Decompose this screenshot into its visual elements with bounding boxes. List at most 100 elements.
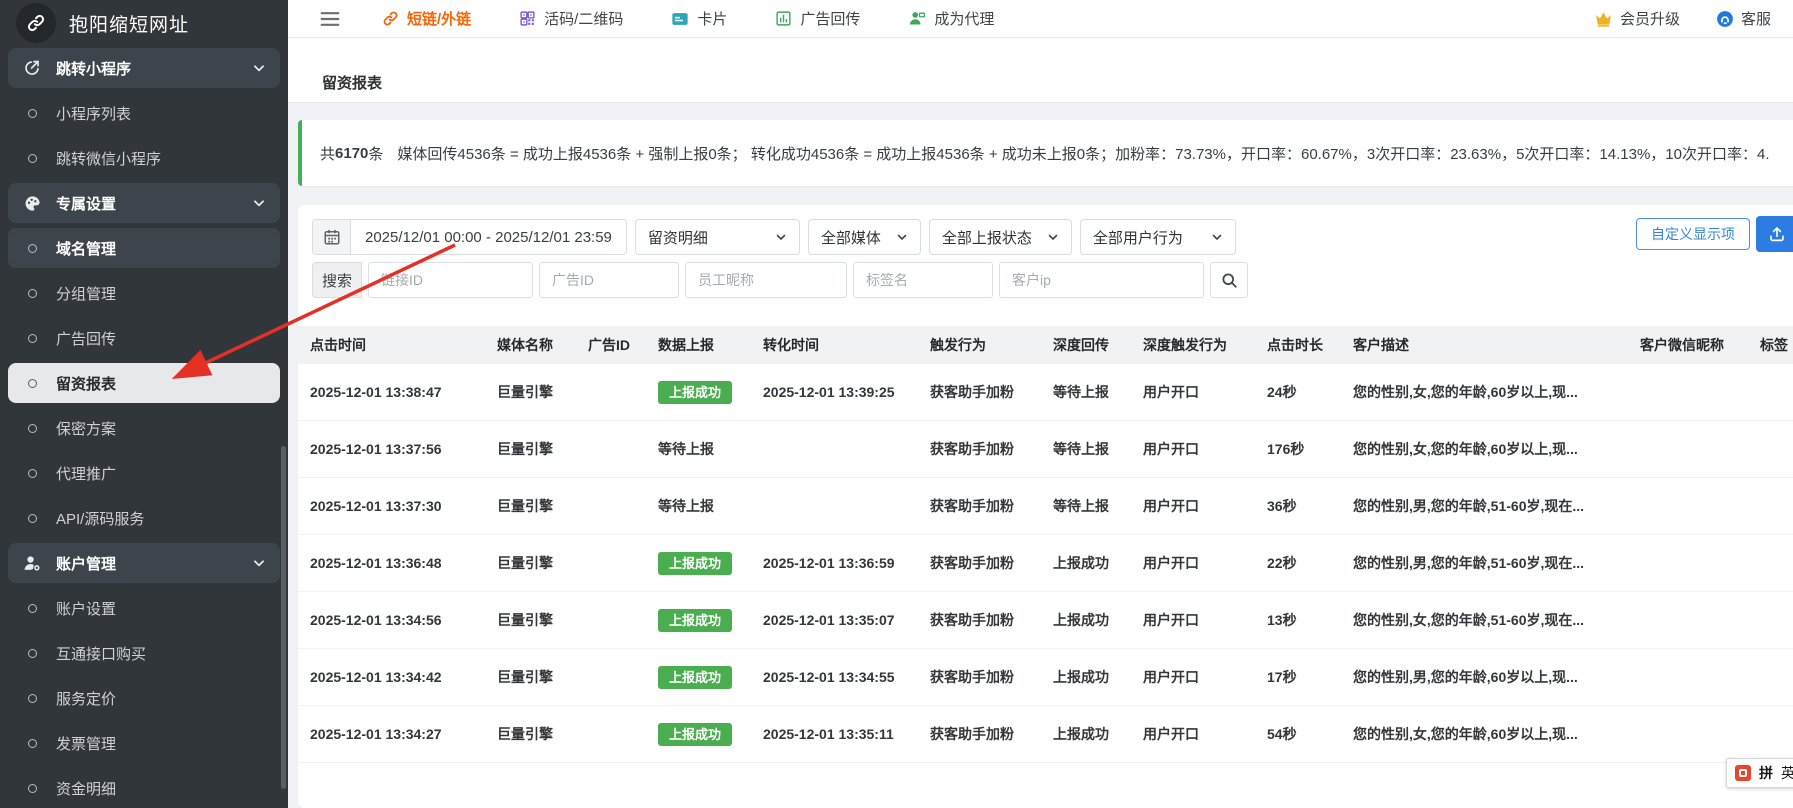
search-input-tag-name[interactable] xyxy=(853,262,993,298)
table-row: 2025-12-01 13:37:56巨量引擎等待上报获客助手加粉等待上报用户开… xyxy=(298,421,1793,478)
customize-columns-button[interactable]: 自定义显示项 xyxy=(1636,218,1750,250)
cell-deep-trigger: 用户开口 xyxy=(1143,496,1267,516)
customer-service-button[interactable]: 客服 xyxy=(1716,8,1771,29)
sidebar-item-lead-report[interactable]: 留资报表 xyxy=(8,363,280,403)
sidebar-item-group-management[interactable]: 分组管理 xyxy=(8,273,280,313)
sidebar-item-miniprogram-list[interactable]: 小程序列表 xyxy=(8,93,280,133)
column-header: 点击时间 xyxy=(310,335,497,355)
report-success-badge: 上报成功 xyxy=(658,552,732,575)
cell-media: 巨量引擎 xyxy=(497,667,588,687)
search-button[interactable] xyxy=(1210,262,1248,298)
nav-right-label: 会员升级 xyxy=(1620,8,1680,29)
tab-short-link[interactable]: 短链/外链 xyxy=(382,8,471,29)
hamburger-menu-icon[interactable] xyxy=(320,10,340,28)
cell-desc: 您的性别,女,您的年龄,51-60岁,现在... xyxy=(1353,610,1640,630)
table-header-row: 点击时间媒体名称广告ID数据上报转化时间触发行为深度回传深度触发行为点击时长客户… xyxy=(298,326,1793,364)
cell-convert-time: 2025-12-01 13:35:07 xyxy=(763,612,930,628)
chevron-down-icon xyxy=(252,556,266,570)
tab-card[interactable]: 卡片 xyxy=(671,8,727,29)
column-header: 数据上报 xyxy=(658,335,763,355)
date-range-value: 2025/12/01 00:00 - 2025/12/01 23:59 xyxy=(351,220,626,254)
lead-report-table: 点击时间媒体名称广告ID数据上报转化时间触发行为深度回传深度触发行为点击时长客户… xyxy=(298,326,1793,763)
report-success-badge: 上报成功 xyxy=(658,666,732,689)
sidebar-item-label: 互通接口购买 xyxy=(56,643,146,664)
cell-desc: 您的性别,女,您的年龄,60岁以上,现... xyxy=(1353,382,1640,402)
column-header: 深度触发行为 xyxy=(1143,335,1267,355)
sidebar-item-exclusive-settings[interactable]: 专属设置 xyxy=(8,183,280,223)
top-navbar: 短链/外链 活码/二维码 卡片 广告回传 成为代理 会员升级 客服 xyxy=(288,0,1793,38)
sidebar-item-account-management[interactable]: 账户管理 xyxy=(8,543,280,583)
sidebar-item-label: 跳转微信小程序 xyxy=(56,148,161,169)
sidebar-item-label: 保密方案 xyxy=(56,418,116,439)
search-input-ad-id[interactable] xyxy=(539,262,679,298)
cell-report: 上报成功 xyxy=(658,666,763,689)
ime-logo-icon[interactable] xyxy=(1735,765,1751,781)
search-icon xyxy=(1220,271,1238,289)
nav-right-label: 客服 xyxy=(1741,8,1771,29)
tab-ad-callback[interactable]: 广告回传 xyxy=(775,8,860,29)
circle-marker-icon xyxy=(22,649,42,658)
search-input-staff-nickname[interactable] xyxy=(685,262,847,298)
ime-indicator: 拼 英 xyxy=(1726,758,1793,788)
cell-deep-trigger: 用户开口 xyxy=(1143,667,1267,687)
cell-trigger: 获客助手加粉 xyxy=(930,724,1053,744)
sidebar-header: 抱阳缩短网址 xyxy=(0,0,288,46)
sidebar-item-agent-promotion[interactable]: 代理推广 xyxy=(8,453,280,493)
cell-media: 巨量引擎 xyxy=(497,610,588,630)
member-upgrade-button[interactable]: 会员升级 xyxy=(1594,8,1680,29)
cell-trigger: 获客助手加粉 xyxy=(930,553,1053,573)
select-report-status[interactable]: 全部上报状态 xyxy=(929,219,1072,255)
sidebar-item-interconnect-purchase[interactable]: 互通接口购买 xyxy=(8,633,280,673)
tab-live-code-qrcode[interactable]: 活码/二维码 xyxy=(519,8,623,29)
app-logo[interactable] xyxy=(16,3,56,43)
chevron-down-icon xyxy=(252,196,266,210)
report-success-badge: 上报成功 xyxy=(658,609,732,632)
sidebar-item-privacy-plan[interactable]: 保密方案 xyxy=(8,408,280,448)
sidebar-item-jump-wechat-miniprogram[interactable]: 跳转微信小程序 xyxy=(8,138,280,178)
cell-desc: 您的性别,女,您的年龄,60岁以上,现... xyxy=(1353,439,1640,459)
sidebar-item-api-source-service[interactable]: API/源码服务 xyxy=(8,498,280,538)
circle-marker-icon xyxy=(22,244,42,253)
export-button[interactable]: 导出 xyxy=(1756,216,1793,252)
sidebar-item-account-settings[interactable]: 账户设置 xyxy=(8,588,280,628)
table-row: 2025-12-01 13:36:48巨量引擎上报成功2025-12-01 13… xyxy=(298,535,1793,592)
sidebar-item-ad-callback[interactable]: 广告回传 xyxy=(8,318,280,358)
cell-media: 巨量引擎 xyxy=(497,496,588,516)
select-user-action[interactable]: 全部用户行为 xyxy=(1080,219,1236,255)
select-media[interactable]: 全部媒体 xyxy=(808,219,921,255)
search-row: 搜索 xyxy=(312,262,1248,298)
become-agent-icon xyxy=(908,10,926,27)
date-range-picker[interactable]: 2025/12/01 00:00 - 2025/12/01 23:59 xyxy=(312,219,627,255)
circle-marker-icon xyxy=(22,334,42,343)
calendar-icon xyxy=(313,220,351,254)
search-input-link-id[interactable] xyxy=(368,262,533,298)
cell-duration: 22秒 xyxy=(1267,553,1353,573)
filter-controls-row: 2025/12/01 00:00 - 2025/12/01 23:59 留资明细… xyxy=(312,219,1236,255)
sidebar-item-jump-miniprogram[interactable]: 跳转小程序 xyxy=(8,48,280,88)
search-input-customer-ip[interactable] xyxy=(999,262,1204,298)
ad-callback-icon xyxy=(775,10,792,27)
circle-marker-icon xyxy=(22,694,42,703)
ime-english-toggle[interactable]: 英 xyxy=(1781,763,1793,783)
circle-marker-icon xyxy=(22,739,42,748)
sidebar-item-invoice-management[interactable]: 发票管理 xyxy=(8,723,280,763)
sidebar-item-service-pricing[interactable]: 服务定价 xyxy=(8,678,280,718)
cell-report: 上报成功 xyxy=(658,609,763,632)
column-header: 客户微信昵称 xyxy=(1640,335,1760,355)
cell-media: 巨量引擎 xyxy=(497,724,588,744)
table-row: 2025-12-01 13:34:42巨量引擎上报成功2025-12-01 13… xyxy=(298,649,1793,706)
tab-become-agent[interactable]: 成为代理 xyxy=(908,8,994,29)
ime-pinyin-toggle[interactable]: 拼 xyxy=(1759,763,1773,783)
sidebar-scrollbar[interactable] xyxy=(281,446,286,789)
sidebar-item-domain-management[interactable]: 域名管理 xyxy=(8,228,280,268)
column-header: 转化时间 xyxy=(763,335,930,355)
sidebar-item-fund-details[interactable]: 资金明细 xyxy=(8,768,280,808)
search-fields xyxy=(368,262,1204,298)
live-code-qrcode-icon xyxy=(519,10,536,27)
cell-media: 巨量引擎 xyxy=(497,553,588,573)
circle-marker-icon xyxy=(22,154,42,163)
sidebar-item-label: 资金明细 xyxy=(56,778,116,799)
cell-trigger: 获客助手加粉 xyxy=(930,496,1053,516)
select-report-type[interactable]: 留资明细 xyxy=(635,219,800,255)
cell-convert-time: 2025-12-01 13:39:25 xyxy=(763,384,930,400)
